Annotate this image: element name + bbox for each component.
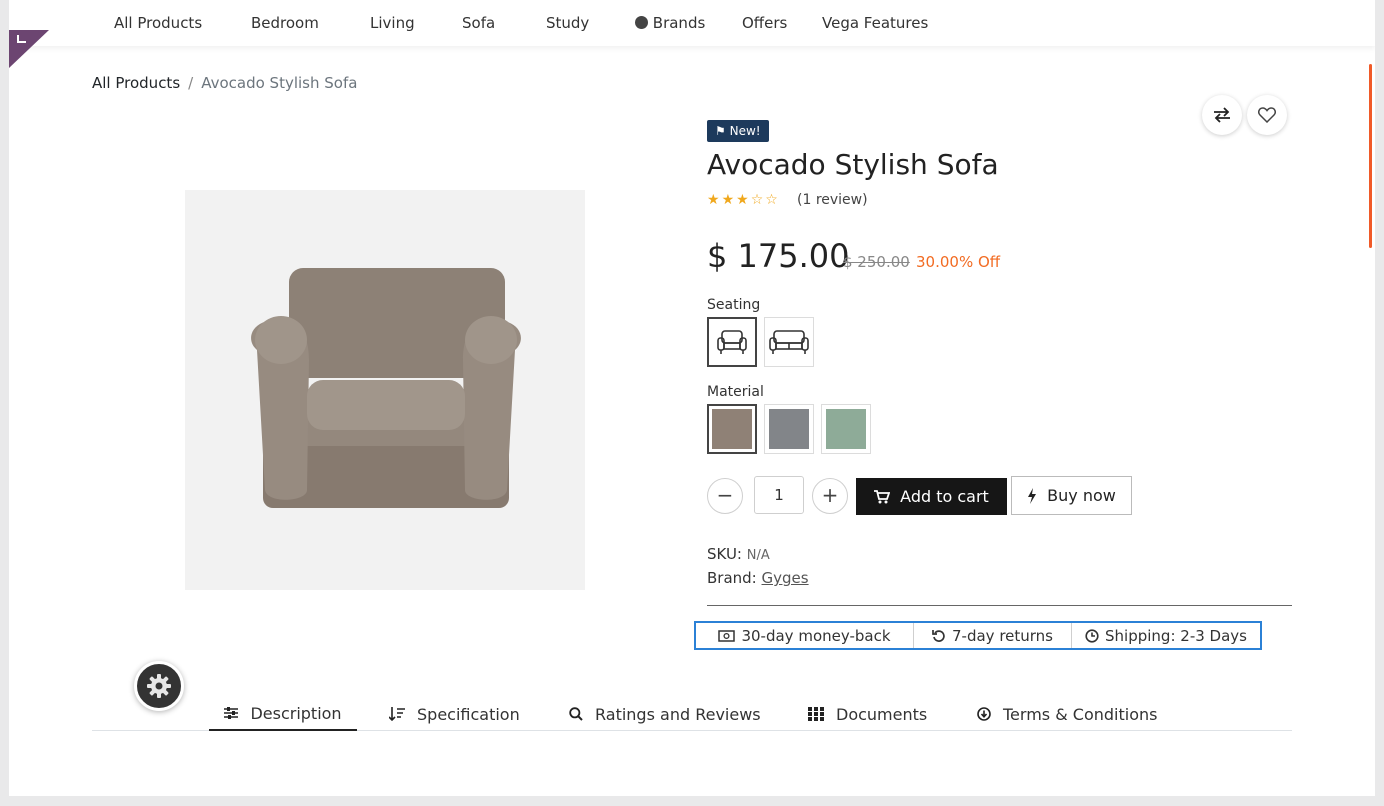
- product-image[interactable]: [185, 190, 585, 590]
- old-price: $ 250.00: [843, 253, 910, 271]
- sort-icon: [389, 707, 405, 721]
- nav-item-living[interactable]: Living: [370, 14, 415, 32]
- gear-icon: [147, 674, 171, 698]
- brand-link[interactable]: Gyges: [762, 569, 809, 587]
- tag-icon: ⚑: [715, 124, 726, 138]
- sku-label: SKU:: [707, 545, 742, 563]
- tab-documents[interactable]: Documents: [808, 697, 927, 731]
- quantity-increase-button[interactable]: +: [812, 478, 848, 514]
- material-swatch: [769, 409, 809, 449]
- breadcrumb-current: Avocado Stylish Sofa: [201, 74, 358, 92]
- add-to-cart-button[interactable]: Add to cart: [856, 478, 1007, 515]
- quantity-decrease-button[interactable]: −: [707, 478, 743, 514]
- promise-money-back: 30-day money-back: [696, 623, 913, 648]
- nav-item-bedroom[interactable]: Bedroom: [251, 14, 319, 32]
- product-title: Avocado Stylish Sofa: [707, 148, 999, 181]
- arrow-circle-down-icon: [977, 707, 991, 721]
- tab-specification[interactable]: Specification: [389, 697, 520, 731]
- tab-specification-label: Specification: [417, 704, 520, 724]
- sku-row: SKU: N/A: [707, 545, 770, 563]
- discount-label: 30.00% Off: [916, 253, 1001, 271]
- bolt-icon: [1028, 487, 1037, 504]
- undo-icon: [932, 629, 945, 642]
- promise-returns-text: 7-day returns: [952, 626, 1053, 645]
- star-empty-icon: ☆: [765, 192, 780, 208]
- page-frame: All Products Bedroom Living Sofa Study B…: [9, 0, 1375, 796]
- exchange-icon: [1214, 107, 1230, 123]
- sofa-icon: [769, 330, 809, 354]
- sku-value: N/A: [746, 548, 770, 563]
- money-icon: [718, 629, 736, 642]
- nav-item-sofa[interactable]: Sofa: [462, 14, 495, 32]
- brands-globe-icon: [635, 16, 648, 29]
- armchair-photo: [251, 268, 521, 508]
- rating-stars[interactable]: ★★★☆☆: [707, 192, 780, 208]
- add-to-cart-label: Add to cart: [900, 487, 989, 506]
- tab-terms-conditions[interactable]: Terms & Conditions: [977, 697, 1157, 731]
- material-option-1[interactable]: [707, 404, 757, 454]
- material-swatch: [712, 409, 752, 449]
- breadcrumb-all-products[interactable]: All Products: [92, 74, 180, 92]
- brand-label: Brand:: [707, 569, 757, 587]
- sliders-icon: [224, 707, 239, 719]
- buy-now-label: Buy now: [1047, 486, 1116, 505]
- top-navigation: All Products Bedroom Living Sofa Study B…: [9, 0, 1375, 46]
- shop-promises: 30-day money-back 7-day returns Shipping…: [694, 621, 1262, 650]
- plus-icon: +: [821, 483, 839, 507]
- brand-row: Brand: Gyges: [707, 569, 809, 587]
- cart-icon: [874, 489, 891, 503]
- compare-button[interactable]: [1202, 95, 1242, 135]
- product-price: $ 175.00: [707, 237, 850, 275]
- review-count-link[interactable]: (1 review): [797, 192, 868, 208]
- buy-now-button[interactable]: Buy now: [1011, 476, 1132, 515]
- promise-shipping: Shipping: 2-3 Days: [1071, 623, 1260, 648]
- star-filled-icon: ★: [736, 192, 751, 208]
- star-filled-icon: ★: [721, 192, 737, 208]
- tab-description[interactable]: Description: [209, 697, 357, 731]
- tab-description-label: Description: [250, 703, 342, 723]
- seating-option-armchair[interactable]: [707, 317, 757, 367]
- tab-documents-label: Documents: [836, 704, 928, 724]
- customize-theme-button[interactable]: [134, 661, 184, 711]
- seating-label: Seating: [707, 297, 761, 313]
- promise-money-back-text: 30-day money-back: [741, 626, 891, 645]
- nav-item-study[interactable]: Study: [546, 14, 589, 32]
- nav-item-vega-features[interactable]: Vega Features: [822, 14, 928, 32]
- material-option-3[interactable]: [821, 404, 871, 454]
- material-option-2[interactable]: [764, 404, 814, 454]
- nav-item-offers[interactable]: Offers: [742, 14, 787, 32]
- star-empty-icon: ☆: [750, 192, 766, 208]
- minus-icon: −: [716, 483, 734, 507]
- breadcrumb: All Products / Avocado Stylish Sofa: [92, 74, 357, 92]
- material-swatch: [826, 409, 866, 449]
- nav-brands-label: Brands: [652, 14, 706, 32]
- star-filled-icon: ★: [707, 192, 722, 208]
- breadcrumb-separator: /: [188, 74, 194, 92]
- grid-icon: [808, 707, 824, 721]
- nav-item-brands[interactable]: Brands: [635, 14, 705, 32]
- seating-option-sofa[interactable]: [764, 317, 814, 367]
- scrollbar-thumb[interactable]: [1369, 64, 1372, 248]
- new-badge-label: New!: [729, 124, 761, 138]
- armchair-icon: [717, 330, 747, 354]
- wishlist-button[interactable]: [1247, 95, 1287, 135]
- promise-shipping-text: Shipping: 2-3 Days: [1105, 626, 1247, 645]
- tab-ratings-reviews-label: Ratings and Reviews: [595, 704, 761, 724]
- tab-ratings-reviews[interactable]: Ratings and Reviews: [569, 697, 761, 731]
- divider: [707, 605, 1292, 606]
- promise-returns: 7-day returns: [913, 623, 1071, 648]
- corner-collapse-icon: [17, 35, 26, 43]
- heart-icon: [1258, 107, 1276, 123]
- quantity-input[interactable]: [754, 476, 804, 514]
- nav-item-all-products[interactable]: All Products: [114, 14, 202, 32]
- tab-terms-conditions-label: Terms & Conditions: [1003, 704, 1158, 724]
- material-label: Material: [707, 384, 764, 400]
- new-badge: ⚑ New!: [707, 120, 769, 142]
- search-icon: [569, 707, 583, 721]
- clock-icon: [1085, 628, 1099, 643]
